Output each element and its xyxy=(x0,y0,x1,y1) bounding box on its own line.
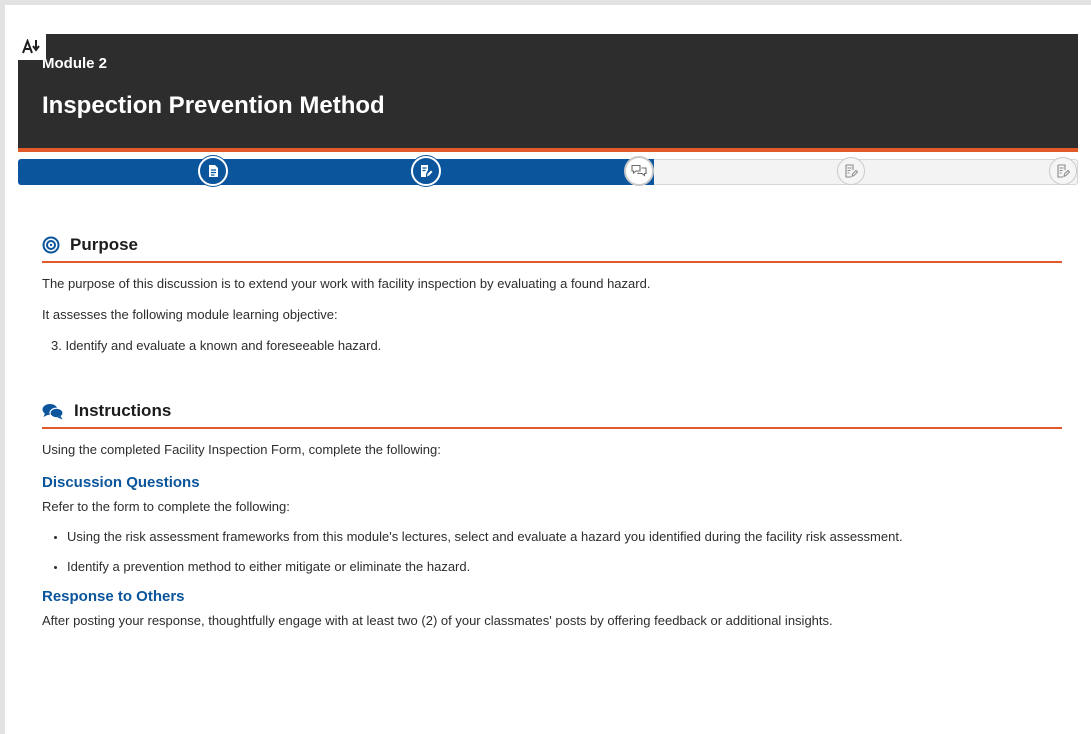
discussion-questions-heading: Discussion Questions xyxy=(42,474,200,491)
document-icon xyxy=(209,165,218,177)
discussion-questions-list: Using the risk assessment frameworks fro… xyxy=(42,528,1062,576)
instructions-intro: Using the completed Facility Inspection … xyxy=(42,442,441,457)
page-content: Purpose The purpose of this discussion i… xyxy=(42,233,1062,630)
page: Module 2 Inspection Prevention Method Pu… xyxy=(5,5,1091,734)
edit-document-icon xyxy=(421,165,433,177)
discussion-icon xyxy=(631,164,647,177)
module-label: Module 2 xyxy=(42,55,108,72)
response-to-others-text: After posting your response, thoughtfull… xyxy=(42,613,833,628)
comments-icon xyxy=(42,403,64,420)
instructions-heading-text: Instructions xyxy=(74,401,172,420)
purpose-heading-text: Purpose xyxy=(70,235,139,254)
response-to-others-heading: Response to Others xyxy=(42,588,185,605)
step-5-button[interactable] xyxy=(1049,157,1077,185)
discussion-questions-intro: Refer to the form to complete the follow… xyxy=(42,499,290,514)
step-3-button[interactable] xyxy=(624,156,654,186)
list-item: Identify a prevention method to either m… xyxy=(67,558,1062,576)
progress-fill xyxy=(18,159,654,185)
purpose-heading: Purpose xyxy=(42,233,1062,263)
page-title: Inspection Prevention Method xyxy=(42,92,385,119)
module-progress-bar xyxy=(18,156,1078,186)
edit-document-icon xyxy=(1057,164,1070,178)
list-item: Using the risk assessment frameworks fro… xyxy=(67,528,1062,546)
purpose-paragraph: The purpose of this discussion is to ext… xyxy=(42,276,651,291)
learning-objective: 3. Identify and evaluate a known and for… xyxy=(51,338,382,353)
edit-document-icon xyxy=(845,164,858,178)
target-icon xyxy=(42,236,60,254)
module-banner: Module 2 Inspection Prevention Method xyxy=(18,34,1078,152)
instructions-heading: Instructions xyxy=(42,399,1062,429)
step-4-button[interactable] xyxy=(837,157,865,185)
step-2-button[interactable] xyxy=(411,156,441,186)
step-1-button[interactable] xyxy=(198,156,228,186)
objective-intro: It assesses the following module learnin… xyxy=(42,307,338,322)
